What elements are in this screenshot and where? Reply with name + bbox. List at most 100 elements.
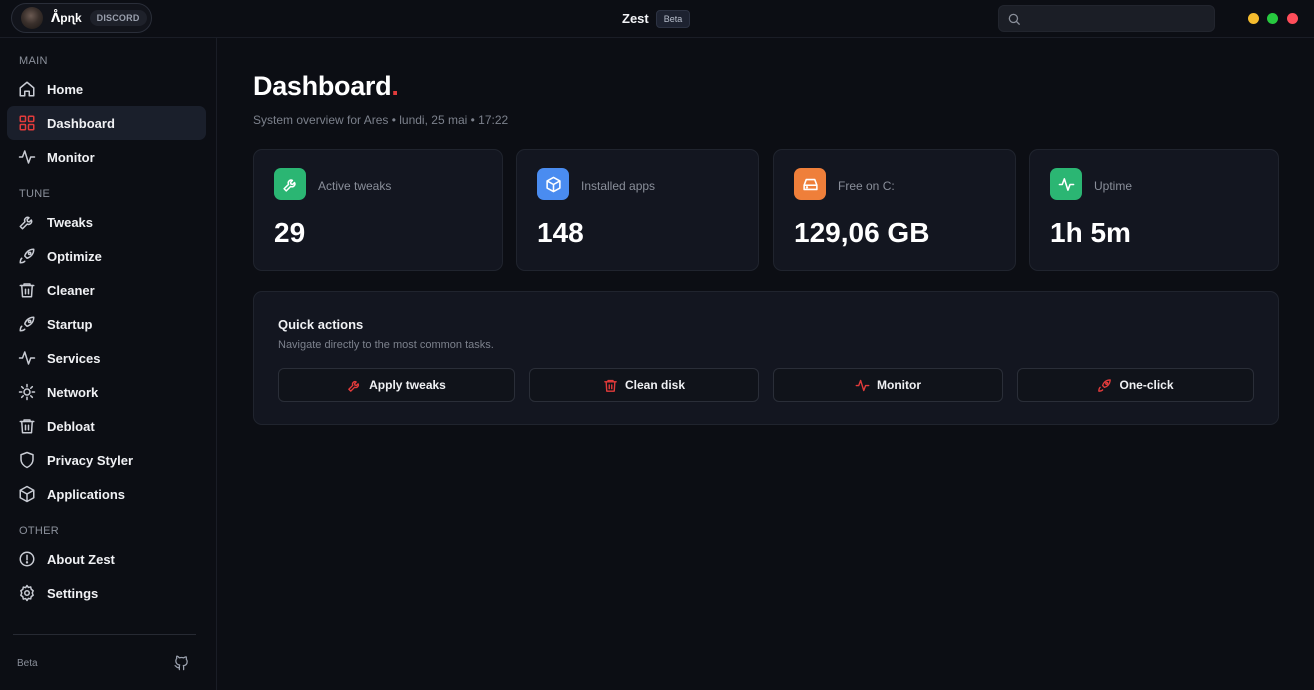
- sidebar-item-label: Services: [47, 350, 101, 366]
- sidebar-item-tweaks[interactable]: Tweaks: [7, 205, 206, 239]
- wrench-icon: [348, 380, 360, 392]
- beta-badge: Beta: [656, 10, 690, 28]
- button-label: Clean disk: [624, 378, 686, 392]
- sidebar-item-privacy-styler[interactable]: Privacy Styler: [7, 443, 206, 477]
- shield-icon: [20, 451, 34, 469]
- stat-card-installed-apps: Installed apps 148: [516, 149, 759, 271]
- apply-tweaks-button[interactable]: Apply tweaks: [278, 368, 515, 402]
- gear-icon: [20, 584, 34, 602]
- main-content: Dashboard. System overview for Ares • lu…: [218, 38, 1314, 690]
- button-label: Monitor: [877, 378, 921, 392]
- avatar: [21, 7, 43, 29]
- pulse-icon: [18, 150, 36, 164]
- sidebar-item-services[interactable]: Services: [7, 341, 206, 375]
- page-title: Dashboard.: [253, 71, 399, 101]
- sidebar-item-label: About Zest: [47, 551, 115, 567]
- maximize-button[interactable]: [1267, 13, 1278, 24]
- monitor-button[interactable]: Monitor: [773, 368, 1003, 402]
- trash-icon: [604, 379, 617, 392]
- sidebar-item-debloat[interactable]: Debloat: [7, 409, 206, 443]
- sidebar-item-label: Debloat: [47, 418, 95, 434]
- sidebar-item-label: Settings: [47, 585, 99, 601]
- title-accent-dot: .: [391, 71, 399, 101]
- button-label: One-click: [1119, 378, 1174, 392]
- home-icon: [19, 81, 35, 97]
- sidebar-item-cleaner[interactable]: Cleaner: [7, 273, 206, 307]
- rocket-icon: [19, 248, 35, 264]
- stat-card-free-disk: Free on C: 129,06 GB: [773, 149, 1016, 271]
- section-label-other: OTHER: [19, 525, 59, 537]
- github-icon[interactable]: [173, 654, 190, 671]
- stat-icon-badge: [794, 168, 826, 200]
- one-click-button[interactable]: One-click: [1017, 368, 1254, 402]
- profile-name: ᐰpɳk: [51, 11, 82, 25]
- search-input[interactable]: [1027, 6, 1212, 31]
- wrench-icon: [19, 216, 33, 230]
- section-label-tune: TUNE: [19, 188, 51, 200]
- sidebar-item-label: Applications: [47, 486, 126, 502]
- stat-card-active-tweaks: Active tweaks 29: [253, 149, 503, 271]
- rocket-icon: [19, 316, 35, 332]
- sidebar-item-optimize[interactable]: Optimize: [7, 239, 206, 273]
- rocket-icon: [1098, 378, 1112, 392]
- stat-icon-badge: [537, 168, 569, 200]
- sidebar-item-home[interactable]: Home: [7, 72, 206, 106]
- quick-actions-card: Quick actions Navigate directly to the m…: [253, 291, 1279, 425]
- grid-icon: [19, 115, 35, 131]
- trash-icon: [19, 419, 35, 434]
- stat-card-uptime: Uptime 1h 5m: [1029, 149, 1279, 271]
- minimize-button[interactable]: [1248, 13, 1259, 24]
- info-icon: [19, 551, 35, 567]
- drive-icon: [802, 178, 818, 190]
- app-title: Zest: [622, 11, 649, 26]
- search-icon: [1008, 13, 1020, 25]
- sidebar-item-about-zest[interactable]: About Zest: [7, 542, 206, 576]
- stat-icon-badge: [1050, 168, 1082, 200]
- sidebar-item-monitor[interactable]: Monitor: [7, 140, 206, 174]
- sidebar-item-label: Monitor: [47, 149, 95, 165]
- sidebar-item-label: Cleaner: [47, 282, 95, 298]
- sidebar-item-settings[interactable]: Settings: [7, 576, 206, 610]
- sun-icon: [18, 383, 36, 401]
- stat-value: 148: [537, 217, 584, 248]
- wrench-icon: [282, 178, 296, 192]
- search-box[interactable]: [998, 5, 1215, 32]
- sidebar-item-label: Dashboard: [47, 115, 115, 131]
- package-icon: [545, 176, 561, 192]
- quick-actions-title: Quick actions: [278, 317, 364, 332]
- sidebar-item-label: Tweaks: [47, 214, 94, 230]
- section-label-main: MAIN: [19, 55, 48, 67]
- sidebar-item-startup[interactable]: Startup: [7, 307, 206, 341]
- sidebar-item-label: Network: [47, 384, 99, 400]
- sidebar-divider: [13, 634, 196, 635]
- stat-label: Active tweaks: [318, 179, 392, 193]
- sidebar-item-label: Privacy Styler: [47, 452, 134, 468]
- clean-disk-button[interactable]: Clean disk: [529, 368, 759, 402]
- stat-icon-badge: [274, 168, 306, 200]
- stat-value: 129,06 GB: [794, 217, 930, 248]
- stat-label: Free on C:: [838, 179, 895, 193]
- trash-icon: [19, 283, 35, 298]
- stat-label: Installed apps: [581, 179, 656, 193]
- page-subtitle: System overview for Ares • lundi, 25 mai…: [253, 113, 509, 127]
- sidebar: MAIN Home Dashboard Monitor TUNE Tweaks …: [0, 38, 217, 690]
- sidebar-item-dashboard[interactable]: Dashboard: [7, 106, 206, 140]
- package-icon: [19, 485, 35, 503]
- title-bar: ᐰpɳk DISCORD Zest Beta: [0, 0, 1314, 38]
- pulse-icon: [855, 379, 870, 391]
- sidebar-item-label: Optimize: [47, 248, 102, 264]
- stat-value: 29: [274, 217, 306, 248]
- sidebar-item-network[interactable]: Network: [7, 375, 206, 409]
- pulse-icon: [1058, 177, 1074, 191]
- stat-value: 1h 5m: [1050, 217, 1131, 248]
- pulse-icon: [18, 351, 36, 365]
- quick-actions-subtitle: Navigate directly to the most common tas…: [278, 339, 494, 351]
- discord-badge: DISCORD: [89, 10, 147, 26]
- button-label: Apply tweaks: [369, 378, 446, 392]
- profile-chip[interactable]: ᐰpɳk DISCORD: [11, 3, 152, 33]
- sidebar-item-applications[interactable]: Applications: [7, 477, 206, 511]
- sidebar-item-label: Startup: [47, 316, 93, 332]
- version-label: Beta: [17, 658, 38, 669]
- close-button[interactable]: [1287, 13, 1298, 24]
- sidebar-item-label: Home: [47, 81, 84, 97]
